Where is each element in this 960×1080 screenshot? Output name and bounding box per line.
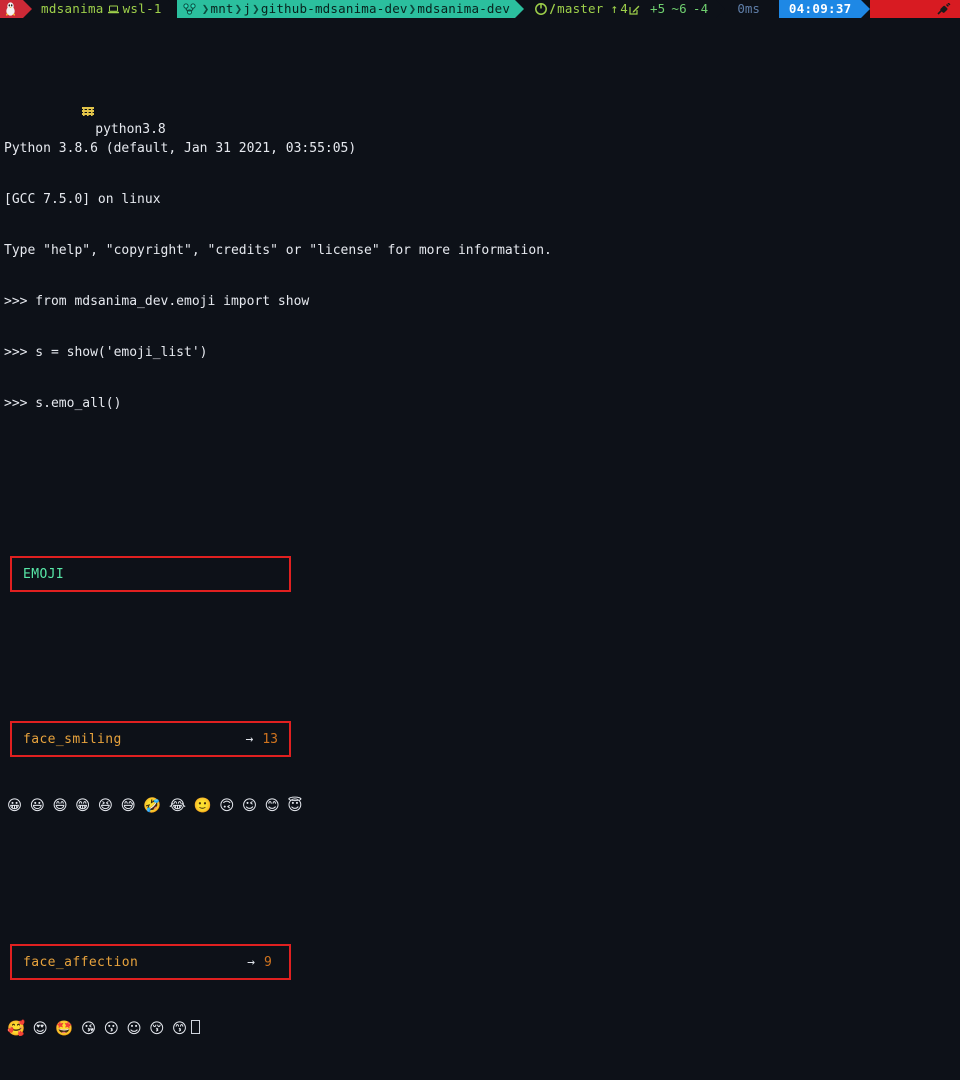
category-name: face_smiling — [23, 731, 246, 748]
powerline-status-bar: mdsanima wsl-1 ❯ mnt ❯ j ❯ github-mdsani… — [0, 0, 960, 18]
category-count: 9 — [264, 954, 278, 971]
emoji-header-title: EMOJI — [23, 566, 64, 583]
category-emoji-row: 😀 😃 😄 😁 😆 😅 🤣 😂 🙂 🙃 😉 😊 😇 — [7, 797, 960, 815]
terminal-line: >>> s.emo_all() — [4, 395, 960, 412]
git-ahead-count: 4 — [618, 0, 628, 18]
emoji-category-block: face_smiling → 13 😀 😃 😄 😁 😆 😅 🤣 😂 🙂 🙃 😉 … — [4, 687, 960, 849]
terminal-line: [GCC 7.5.0] on linux — [4, 191, 960, 208]
status-shell-label: wsl-1 — [123, 0, 162, 18]
category-emoji-row: 🥰 😍 🤩 😘 😗 ☺ 😚 😙 — [7, 1021, 189, 1037]
terminal-command-line: python3.8 — [4, 72, 960, 89]
category-box: face_affection → 9 — [10, 944, 291, 980]
status-sep-time — [861, 0, 870, 18]
path-separator-icon: ❯ — [234, 0, 244, 18]
terminal-output: python3.8 Python 3.8.6 (default, Jan 31 … — [0, 18, 960, 1080]
path-segment-0: mnt — [210, 0, 233, 18]
path-separator-icon: ❯ — [408, 0, 418, 18]
status-sep-git — [716, 0, 725, 18]
status-sep-dur — [770, 0, 779, 18]
path-separator-icon: ❯ — [251, 0, 261, 18]
git-modified-count: ~6 — [665, 0, 686, 18]
terminal-line: Type "help", "copyright", "credits" or "… — [4, 242, 960, 259]
status-duration-segment: 0ms — [725, 0, 770, 18]
emoji-category-list: EMOJI face_smiling → 13 😀 😃 😄 😁 😆 😅 🤣 😂 … — [4, 471, 960, 1080]
category-emoji-row-wrapper: 🥰 😍 🤩 😘 😗 ☺ 😚 😙 — [7, 1020, 960, 1038]
terminal-line: >>> s = show('emoji_list') — [4, 344, 960, 361]
status-sep-user — [23, 0, 32, 18]
emoji-category-block: face_affection → 9 🥰 😍 🤩 😘 😗 ☺ 😚 😙 — [4, 910, 960, 1072]
status-user-segment[interactable] — [0, 0, 23, 18]
status-git-segment[interactable]: master ↑ 4 +5 ~6 -4 — [524, 0, 716, 18]
terminal-line: >>> from mdsanima_dev.emoji import show — [4, 293, 960, 310]
emoji-header-block: EMOJI — [4, 522, 960, 626]
status-time-label: 04:09:37 — [789, 0, 852, 18]
category-name: face_affection — [23, 954, 247, 971]
category-count: 13 — [262, 731, 278, 748]
emoji-header-box: EMOJI — [10, 556, 291, 592]
status-sep-path — [515, 0, 524, 18]
status-sep-host — [168, 0, 177, 18]
status-duration-label: 0ms — [737, 0, 760, 18]
python-logo-icon — [35, 89, 94, 140]
folder-branch-icon — [183, 3, 196, 15]
path-segment-1: j — [243, 0, 251, 18]
missing-glyph-icon — [191, 1020, 200, 1034]
arrow-right-icon: → — [247, 954, 264, 971]
status-plug-segment[interactable] — [870, 0, 960, 18]
plug-icon — [936, 3, 951, 16]
path-separator-icon: ❯ — [201, 0, 211, 18]
status-host-label: mdsanima — [41, 0, 104, 18]
path-segment-3: mdsanima-dev — [417, 0, 510, 18]
branch-icon — [549, 3, 556, 15]
linux-penguin-icon — [5, 2, 16, 16]
status-path-segment[interactable]: ❯ mnt ❯ j ❯ github-mdsanima-dev ❯ mdsani… — [177, 0, 515, 18]
pencil-square-icon — [629, 4, 640, 15]
terminal-command-text: python3.8 — [95, 122, 165, 137]
terminal-line: Python 3.8.6 (default, Jan 31 2021, 03:5… — [4, 140, 960, 157]
arrow-up-icon: ↑ — [603, 0, 618, 18]
category-box: face_smiling → 13 — [10, 721, 291, 757]
arrow-right-icon: → — [246, 731, 263, 748]
status-host-segment[interactable]: mdsanima wsl-1 — [32, 0, 168, 18]
git-branch-label: master — [557, 0, 603, 18]
status-time-segment: 04:09:37 — [779, 0, 861, 18]
git-deleted-count: -4 — [687, 0, 708, 18]
path-segment-2: github-mdsanima-dev — [261, 0, 408, 18]
git-added-count: +5 — [643, 0, 665, 18]
github-octocat-icon — [535, 3, 547, 15]
laptop-icon — [108, 5, 119, 14]
